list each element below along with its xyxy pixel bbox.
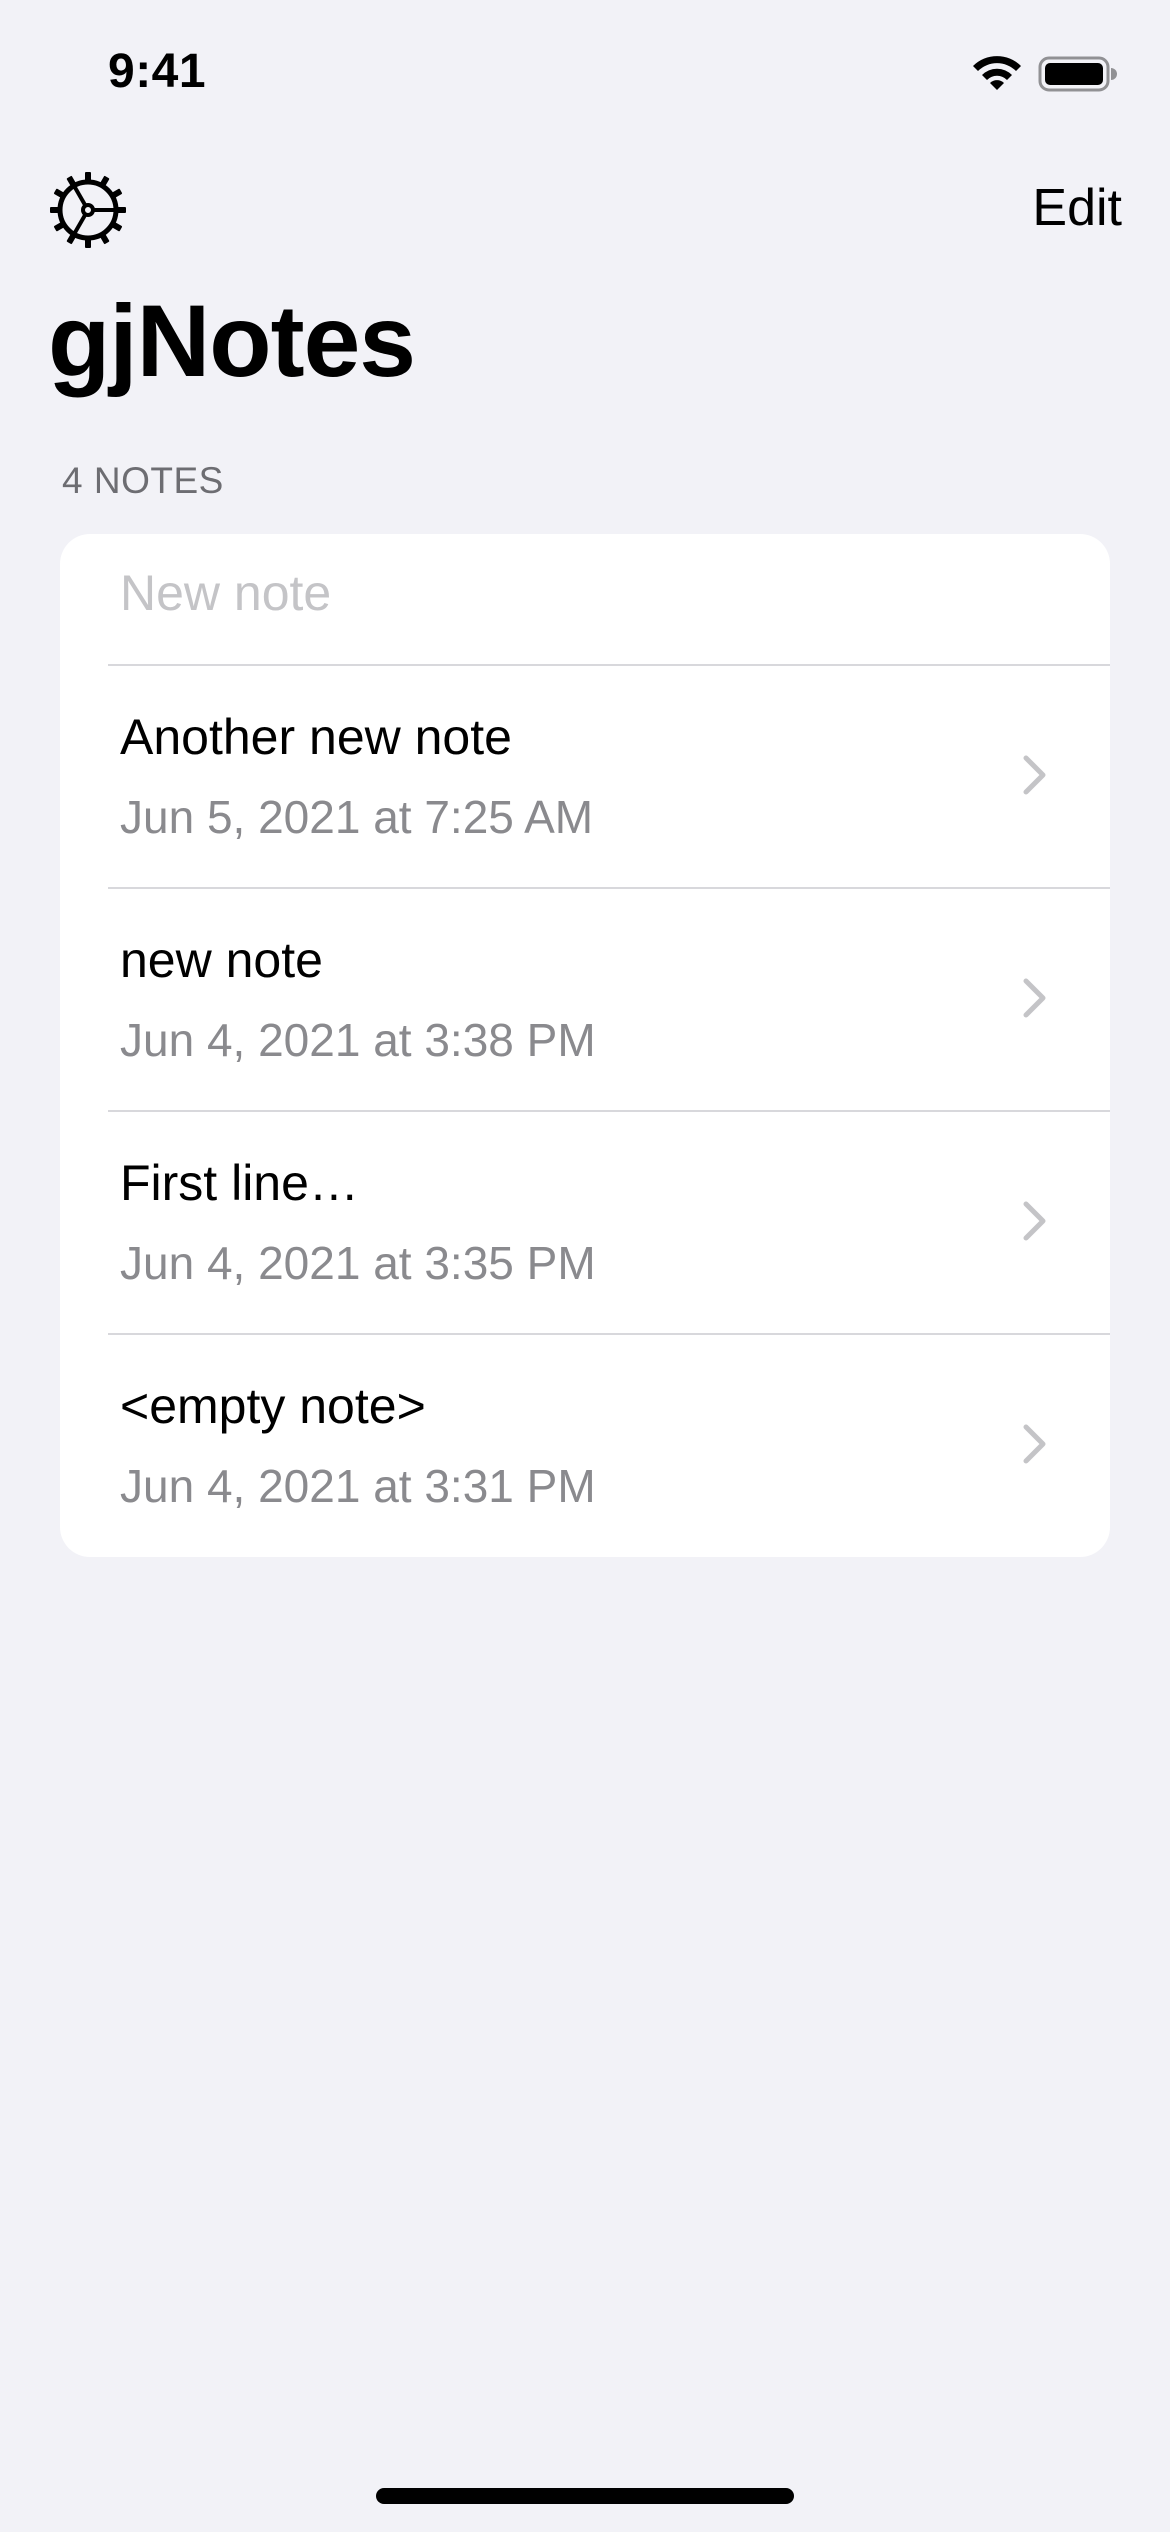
navigation-bar xyxy=(0,160,1170,260)
battery-icon xyxy=(1038,56,1117,92)
wifi-icon xyxy=(973,56,1021,90)
note-date: Jun 4, 2021 at 3:31 PM xyxy=(120,1460,596,1512)
note-row[interactable]: First line… Jun 4, 2021 at 3:35 PM xyxy=(60,1110,1110,1333)
note-title: new note xyxy=(120,932,323,988)
new-note-row xyxy=(60,534,1110,664)
home-indicator[interactable] xyxy=(376,2488,794,2504)
gear-icon[interactable] xyxy=(48,170,128,250)
note-title: First line… xyxy=(120,1155,359,1211)
chevron-right-icon xyxy=(1023,1201,1046,1241)
note-row[interactable]: <empty note> Jun 4, 2021 at 3:31 PM xyxy=(60,1333,1110,1556)
note-date: Jun 5, 2021 at 7:25 AM xyxy=(120,791,594,843)
page-title: gjNotes xyxy=(48,284,416,398)
chevron-right-icon xyxy=(1023,1424,1046,1464)
notes-count-header: 4 NOTES xyxy=(62,460,224,501)
notes-list: Another new note Jun 5, 2021 at 7:25 AM … xyxy=(60,534,1110,1557)
edit-button[interactable]: Edit xyxy=(1032,178,1122,238)
new-note-input[interactable] xyxy=(120,564,1020,622)
status-time: 9:41 xyxy=(108,45,207,98)
note-title: Another new note xyxy=(120,709,512,765)
note-row[interactable]: new note Jun 4, 2021 at 3:38 PM xyxy=(60,887,1110,1110)
note-title: <empty note> xyxy=(120,1378,426,1434)
note-date: Jun 4, 2021 at 3:35 PM xyxy=(120,1237,596,1289)
note-date: Jun 4, 2021 at 3:38 PM xyxy=(120,1014,596,1066)
chevron-right-icon xyxy=(1023,755,1046,795)
chevron-right-icon xyxy=(1023,978,1046,1018)
note-row[interactable]: Another new note Jun 5, 2021 at 7:25 AM xyxy=(60,664,1110,887)
status-bar: 9:41 xyxy=(0,0,1170,140)
